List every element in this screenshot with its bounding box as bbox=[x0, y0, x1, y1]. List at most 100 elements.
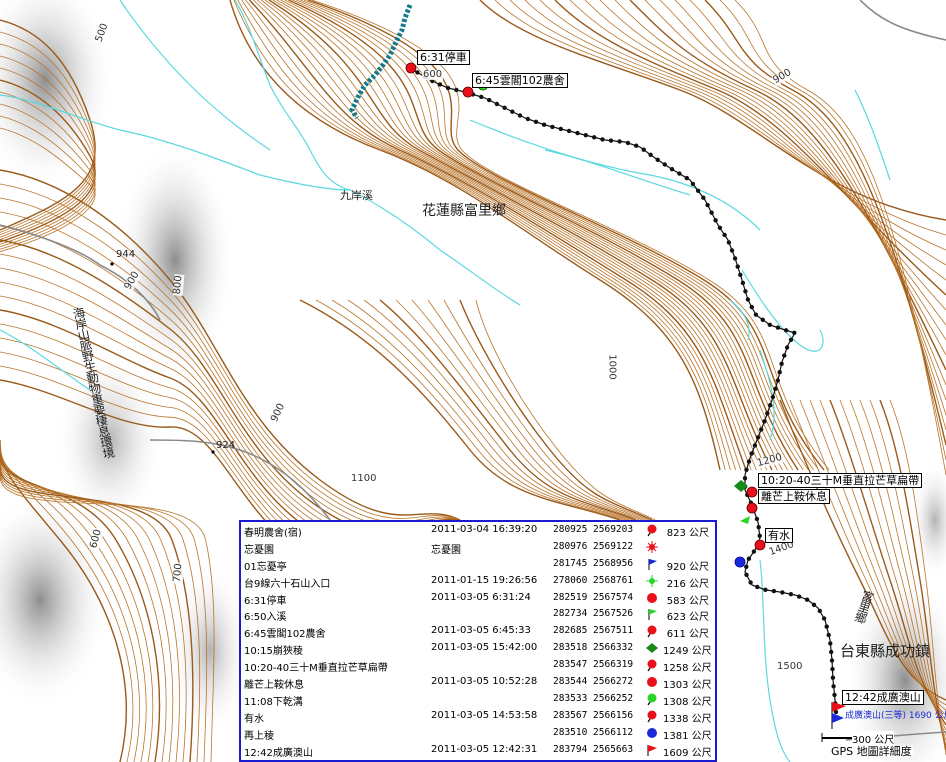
waypoint-date: 2011-03-05 6:31:24 bbox=[431, 591, 531, 603]
table-row[interactable]: 忘憂園 忘憂園 280976 2569122 bbox=[241, 539, 715, 556]
track-point bbox=[617, 139, 622, 144]
waypoint-table[interactable]: 春明農舍(宿) 2011-03-04 16:39:20 280925 2569203… bbox=[239, 520, 717, 762]
waypoint-altitude: 216 公尺 bbox=[666, 578, 709, 590]
table-row[interactable]: 6:31停車 2011-03-05 6:31:24 282519 2567574 58… bbox=[241, 590, 715, 607]
track-point bbox=[782, 353, 787, 358]
waypoint-parking-marker[interactable] bbox=[405, 62, 417, 74]
table-row[interactable]: 6:45雲閣102農舍 2011-03-05 6:45:33 282685 2567… bbox=[241, 623, 715, 640]
waypoint-ridge-marker[interactable] bbox=[734, 480, 748, 492]
track-point bbox=[817, 608, 822, 614]
track-point bbox=[445, 85, 451, 91]
contour-line bbox=[237, 0, 731, 471]
track-point bbox=[775, 378, 780, 383]
waypoint-altitude: 611 公尺 bbox=[666, 629, 709, 641]
track-point bbox=[828, 641, 833, 646]
table-row[interactable]: 再上稜 283510 2566112 1381 公尺 bbox=[241, 725, 715, 742]
contour-label: 1000 bbox=[606, 353, 618, 381]
spot-height-924-marker bbox=[211, 450, 215, 454]
track-point bbox=[829, 649, 834, 655]
map-label-farmhouse[interactable]: 6:45雲閣102農舍 bbox=[472, 73, 568, 88]
track-point bbox=[746, 556, 752, 561]
contour-line bbox=[734, 0, 946, 476]
contour-line bbox=[280, 0, 788, 471]
track-point bbox=[748, 580, 753, 585]
table-row[interactable]: 6:50入溪 282734 2567526 623 公尺 bbox=[241, 606, 715, 623]
red-dot-icon bbox=[645, 675, 659, 689]
region-label-taitung: 台東縣成功鎮 bbox=[840, 642, 931, 660]
table-row[interactable]: 11:08下乾溝 283533 2566252 1308 公尺 bbox=[241, 691, 715, 708]
waypoint-coord: 283510 2566112 bbox=[553, 726, 634, 738]
waypoint-name: 01忘憂亭 bbox=[244, 561, 287, 573]
contour-line bbox=[315, 299, 624, 521]
waypoint-rope-marker[interactable] bbox=[746, 486, 758, 498]
waypoint-farmhouse-marker[interactable] bbox=[462, 86, 474, 98]
waypoint-name: 離芒上鞍休息 bbox=[244, 680, 304, 692]
track-point bbox=[740, 280, 746, 286]
waypoint-coord: 282685 2567511 bbox=[553, 625, 634, 637]
blue-dot-icon bbox=[645, 726, 659, 740]
map-label-water[interactable]: 有水 bbox=[765, 528, 793, 543]
track-point bbox=[773, 386, 778, 391]
track-point bbox=[762, 419, 767, 424]
waypoint-rest-marker[interactable] bbox=[746, 502, 758, 514]
track-point bbox=[756, 525, 761, 530]
waypoint-date: 2011-03-05 14:53:58 bbox=[431, 709, 538, 721]
waypoint-coord: 280925 2569203 bbox=[553, 524, 634, 535]
track-point bbox=[550, 124, 555, 130]
waypoint-name: 忘憂園 bbox=[244, 544, 274, 556]
map-label-summit[interactable]: 12:42成廣澳山 bbox=[842, 690, 924, 705]
track-point bbox=[566, 128, 572, 134]
track-point bbox=[826, 632, 831, 638]
region-label: 花蓮縣富里鄉 bbox=[422, 203, 506, 219]
spot-height-label: 944 bbox=[116, 249, 136, 260]
table-row[interactable]: 有水 2011-03-05 14:53:58 283567 2566156 1338 … bbox=[241, 708, 715, 725]
table-row[interactable]: 10:20-40三十M垂直拉芒草扁帶 283547 2566319 1258 公尺 bbox=[241, 657, 715, 674]
track-point bbox=[830, 675, 836, 680]
table-row[interactable]: 離芒上鞍休息 2011-03-05 10:52:28 283544 2566272 1… bbox=[241, 674, 715, 691]
track-point bbox=[765, 411, 770, 416]
track-point bbox=[669, 167, 675, 172]
waypoint-ridge-again-marker[interactable] bbox=[734, 556, 746, 568]
map-label-rope[interactable]: 10:20-40三十M垂直拉芒草扁帶 bbox=[758, 473, 923, 488]
map-label-rest[interactable]: 離芒上鞍休息 bbox=[758, 489, 830, 504]
waypoint-name: 再上稜 bbox=[244, 730, 274, 742]
track-point bbox=[735, 264, 740, 269]
table-row[interactable]: 春明農舍(宿) 2011-03-04 16:39:20 280925 2569203… bbox=[241, 522, 715, 539]
track-point bbox=[690, 181, 696, 187]
waypoint-name: 6:45雲閣102農舍 bbox=[244, 629, 326, 641]
table-row[interactable]: 01忘憂亭 281745 2568956 920 公尺 bbox=[241, 556, 715, 573]
track-point bbox=[575, 130, 580, 136]
track-point bbox=[784, 345, 790, 350]
waypoint-name: 有水 bbox=[244, 713, 264, 725]
waypoint-date: 2011-03-05 15:42:00 bbox=[431, 642, 538, 654]
table-row[interactable]: 台9線六十石山入口 2011-01-15 19:26:56 278060 25687… bbox=[241, 573, 715, 590]
waypoint-altitude: 1303 公尺 bbox=[663, 680, 712, 692]
waypoint-dry-gully-marker[interactable] bbox=[740, 516, 750, 524]
track-point bbox=[533, 119, 539, 125]
contour-line bbox=[272, 0, 778, 471]
table-row[interactable]: 12:42成廣澳山 2011-03-05 12:42:31 283794 25656… bbox=[241, 742, 715, 759]
map-label-parking[interactable]: 6:31停車 bbox=[417, 50, 470, 65]
contour-line bbox=[257, 0, 757, 471]
waypoint-date: 2011-03-05 12:42:31 bbox=[431, 743, 538, 755]
contour-line bbox=[659, 0, 946, 401]
waypoint-name: 10:15崩狹稜 bbox=[244, 646, 303, 658]
track-point bbox=[479, 94, 484, 100]
red-dot-icon bbox=[645, 591, 659, 605]
waypoint-coord: 278060 2568761 bbox=[553, 574, 634, 586]
track-point bbox=[738, 272, 743, 277]
waypoint-date: 2011-03-05 10:52:28 bbox=[431, 676, 538, 688]
waypoint-altitude: 583 公尺 bbox=[666, 595, 709, 607]
table-row[interactable]: 10:15崩狹稜 2011-03-05 15:42:00 283518 256633… bbox=[241, 640, 715, 657]
track-point bbox=[729, 248, 735, 253]
track-point bbox=[744, 564, 749, 569]
track-point bbox=[811, 602, 817, 607]
track-point bbox=[763, 587, 768, 592]
waypoint-altitude: 920 公尺 bbox=[666, 561, 709, 573]
track-point bbox=[755, 435, 761, 440]
waypoint-water-marker[interactable] bbox=[754, 539, 766, 551]
track-point bbox=[745, 297, 751, 302]
scale-label: 300 公尺 bbox=[852, 731, 895, 746]
topographic-map[interactable]: 花蓮縣富里鄉 台東縣成功鎮 九岸溪 海岸山脈野生動物重要棲息環境 富里鄉 500… bbox=[0, 0, 946, 762]
summit-caption: 成廣澳山(三等) 1690 公尺 bbox=[845, 711, 946, 721]
